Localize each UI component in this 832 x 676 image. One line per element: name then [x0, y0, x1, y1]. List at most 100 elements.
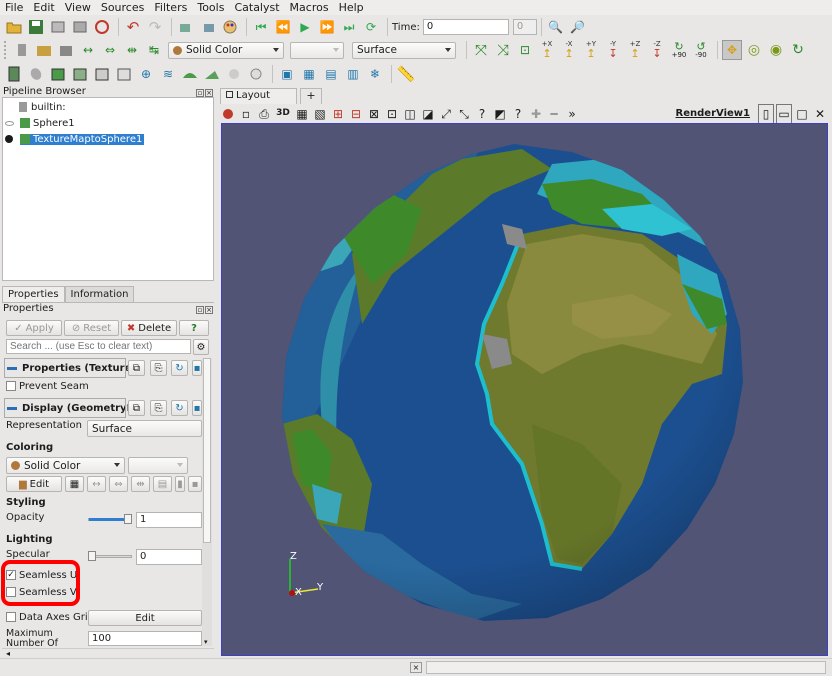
- properties-scrollbar[interactable]: ▾: [202, 358, 212, 646]
- save-defaults-icon[interactable]: ▪: [192, 400, 202, 416]
- reload-icon[interactable]: ↻: [171, 400, 188, 416]
- data-axes-grid-checkbox[interactable]: Data Axes Grid: [6, 612, 94, 623]
- color-map-editor-icon[interactable]: [34, 40, 54, 60]
- rescale-custom-icon[interactable]: ⇔: [109, 476, 128, 492]
- colorbar-icon[interactable]: ▮: [175, 476, 185, 492]
- copy-icon[interactable]: ⧉: [128, 360, 145, 376]
- color-by-dropdown[interactable]: Solid Color: [168, 41, 284, 59]
- select-frustum-icon[interactable]: ⊞: [330, 104, 346, 124]
- first-frame-icon[interactable]: ⏮: [251, 17, 271, 37]
- query-icon[interactable]: ▦: [299, 64, 319, 84]
- reset-range-icon[interactable]: [56, 40, 76, 60]
- auto-apply-icon[interactable]: [92, 17, 112, 37]
- label-icon[interactable]: ◩: [492, 104, 508, 124]
- zoom-plus-icon[interactable]: 🔎: [568, 17, 588, 37]
- tooltip-icon[interactable]: ?: [510, 104, 526, 124]
- loop-icon[interactable]: ⟳: [361, 17, 381, 37]
- prevent-seam-checkbox[interactable]: Prevent Seam: [6, 381, 89, 392]
- cylinder-icon[interactable]: [12, 40, 32, 60]
- tab-information[interactable]: Information: [64, 286, 135, 302]
- screenshot-icon[interactable]: ⎙: [256, 104, 272, 124]
- warp-icon[interactable]: [180, 64, 200, 84]
- redo-icon[interactable]: ↷: [145, 17, 165, 37]
- paste-icon[interactable]: ⎘: [150, 400, 167, 416]
- add-layout-tab[interactable]: +: [300, 88, 322, 104]
- last-frame-icon[interactable]: ⏭: [339, 17, 359, 37]
- menu-catalyst[interactable]: Catalyst: [229, 0, 284, 15]
- menu-view[interactable]: View: [60, 0, 96, 15]
- view-minus-x-button[interactable]: -X ↥: [559, 40, 579, 60]
- eye-closed-icon[interactable]: [5, 120, 14, 126]
- connect-icon[interactable]: [48, 17, 68, 37]
- progress-close-icon[interactable]: ×: [410, 662, 422, 673]
- temporal-icon[interactable]: [246, 64, 266, 84]
- add-selection-icon[interactable]: ✚: [528, 104, 544, 124]
- opacity-slider-handle[interactable]: [124, 514, 132, 524]
- clip-icon[interactable]: [48, 64, 68, 84]
- component-select[interactable]: [128, 457, 188, 474]
- palette-icon[interactable]: [220, 17, 240, 37]
- rescale-custom-icon[interactable]: ↔: [78, 40, 98, 60]
- section-properties-texture[interactable]: Properties (Texture: [4, 358, 131, 378]
- stream-tracer-icon[interactable]: ≋: [158, 64, 178, 84]
- select-block-icon[interactable]: ⊟: [348, 104, 364, 124]
- close-icon[interactable]: ×: [205, 89, 213, 97]
- shrink-select-icon[interactable]: ⤡: [456, 104, 472, 124]
- menu-edit[interactable]: Edit: [28, 0, 59, 15]
- float-icon[interactable]: ▫: [196, 306, 204, 314]
- rescale-visible-icon[interactable]: ▤: [153, 476, 172, 492]
- subtract-selection-icon[interactable]: ━: [546, 104, 562, 124]
- rescale-data-icon[interactable]: ↹: [144, 40, 164, 60]
- spreadsheet-icon[interactable]: ▥: [343, 64, 363, 84]
- camera-redo-icon[interactable]: [198, 17, 218, 37]
- calculator-icon[interactable]: [4, 64, 24, 84]
- view-minus-y-button[interactable]: -Y ↧: [603, 40, 623, 60]
- save-icon[interactable]: [26, 17, 46, 37]
- pick-point-icon[interactable]: ↻: [788, 40, 808, 60]
- more-icon[interactable]: »: [564, 104, 580, 124]
- glyph-icon[interactable]: ⊕: [136, 64, 156, 84]
- reset-button[interactable]: ⊘ Reset: [64, 320, 119, 336]
- camera-undo-icon[interactable]: [176, 17, 196, 37]
- specular-slider-handle[interactable]: [88, 551, 96, 561]
- threshold-icon[interactable]: [92, 64, 112, 84]
- apply-button[interactable]: ✓ Apply: [6, 320, 62, 336]
- contour-icon[interactable]: [26, 64, 46, 84]
- disconnect-icon[interactable]: [70, 17, 90, 37]
- group-icon[interactable]: [202, 64, 222, 84]
- zoom-to-data-icon[interactable]: ⤨: [493, 40, 513, 60]
- copy-icon[interactable]: ⧉: [128, 400, 145, 416]
- reset-center-icon[interactable]: ◉: [766, 40, 786, 60]
- layout-tab[interactable]: Layout #1×: [220, 88, 297, 115]
- colormap-preset-icon[interactable]: ▦: [65, 476, 84, 492]
- pipeline-item-sphere1[interactable]: Sphere1: [5, 116, 75, 130]
- reset-camera-icon[interactable]: ⤧: [471, 40, 491, 60]
- view-minus-z-button[interactable]: -Z ↧: [647, 40, 667, 60]
- rescale-visible-icon[interactable]: ⇹: [122, 40, 142, 60]
- view-plus-z-button[interactable]: +Z ↥: [625, 40, 645, 60]
- specular-input[interactable]: 0: [136, 549, 202, 565]
- menu-file[interactable]: File: [0, 0, 28, 15]
- delete-button[interactable]: ✖ Delete: [121, 320, 177, 336]
- split-horizontal-icon[interactable]: ▯: [758, 103, 774, 124]
- menu-sources[interactable]: Sources: [96, 0, 150, 15]
- grow-select-icon[interactable]: ⤢: [438, 104, 454, 124]
- pipeline-item-texturemaptosphere1[interactable]: TextureMaptoSphere1: [5, 132, 145, 146]
- select-polygon-icon[interactable]: ⊠: [366, 104, 382, 124]
- save-defaults-icon[interactable]: ▪: [192, 360, 202, 376]
- next-frame-icon[interactable]: ⏩: [317, 17, 337, 37]
- section-display[interactable]: Display (GeometryF: [4, 398, 133, 418]
- seamless-v-checkbox[interactable]: Seamless V: [6, 587, 77, 598]
- rescale-time-icon[interactable]: ⇹: [131, 476, 150, 492]
- representation-dropdown[interactable]: Surface: [352, 41, 456, 59]
- reload-icon[interactable]: ↻: [171, 360, 188, 376]
- ruler-icon[interactable]: 📏: [396, 64, 416, 84]
- close-icon[interactable]: ×: [205, 306, 213, 314]
- time-input[interactable]: 0: [422, 19, 509, 35]
- component-dropdown[interactable]: [290, 41, 344, 59]
- center-axes-icon[interactable]: ✥: [722, 40, 742, 60]
- split-vertical-icon[interactable]: ▭: [776, 103, 792, 124]
- select-cells-icon[interactable]: ▧: [312, 104, 328, 124]
- axes-grid-edit-button[interactable]: Edit: [88, 610, 202, 626]
- zoom-search-icon[interactable]: 🔍: [546, 17, 566, 37]
